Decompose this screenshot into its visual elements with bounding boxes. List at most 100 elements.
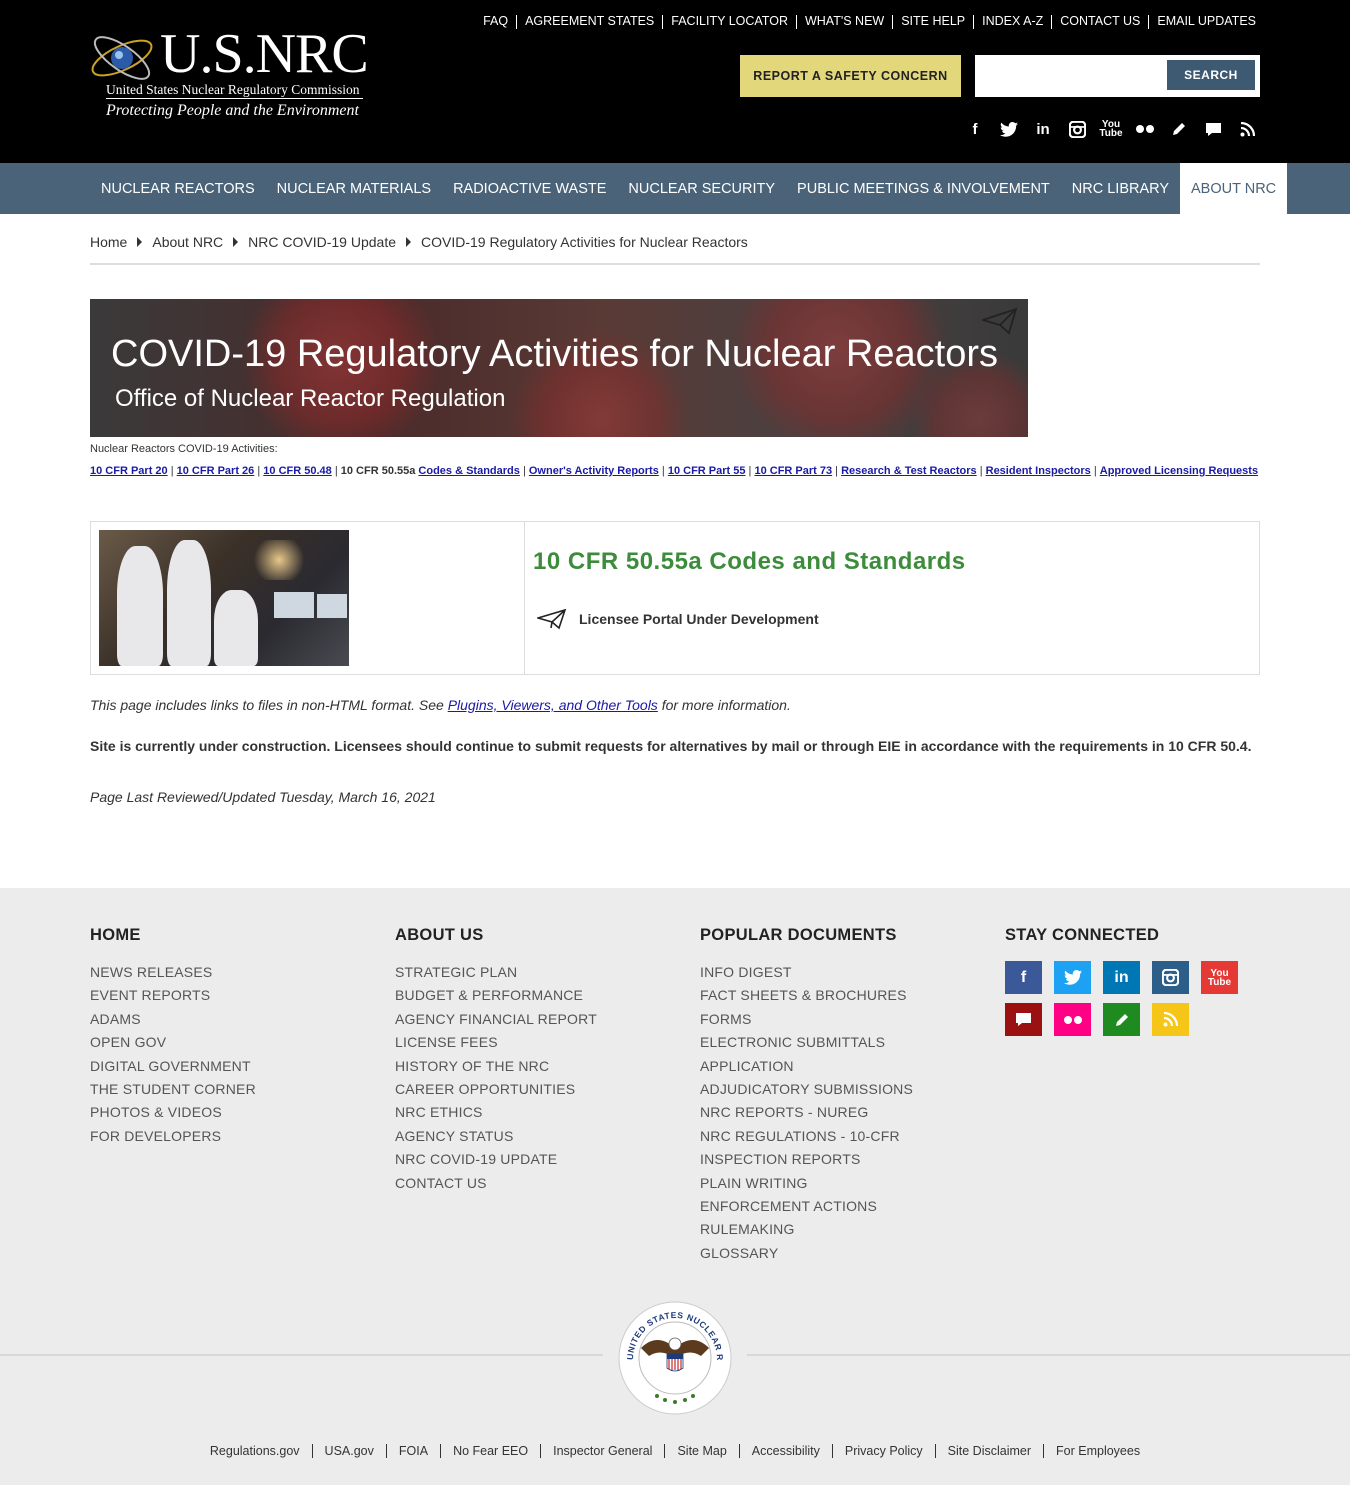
nav-nuclear-reactors[interactable]: NUCLEAR REACTORS bbox=[90, 163, 266, 214]
footer-link[interactable]: ADJUDICATORY SUBMISSIONS bbox=[700, 1078, 913, 1101]
footer-link[interactable]: AGENCY FINANCIAL REPORT bbox=[395, 1008, 597, 1031]
top-link-site-help[interactable]: SITE HELP bbox=[901, 14, 965, 29]
footer-link[interactable]: PHOTOS & VIDEOS bbox=[90, 1101, 256, 1124]
footer-heading[interactable]: POPULAR DOCUMENTS bbox=[700, 926, 913, 945]
footer-link[interactable]: NRC REPORTS - NUREG bbox=[700, 1101, 913, 1124]
footer-link[interactable]: AGENCY STATUS bbox=[395, 1125, 597, 1148]
footer-link[interactable]: THE STUDENT CORNER bbox=[90, 1078, 256, 1101]
footer-bottom-link[interactable]: No Fear EEO bbox=[453, 1444, 528, 1458]
footer-link[interactable]: APPLICATION bbox=[700, 1055, 913, 1078]
twitter-icon[interactable] bbox=[1054, 961, 1091, 994]
flickr-icon[interactable] bbox=[1054, 1003, 1091, 1036]
youtube-icon[interactable]: You Tube bbox=[1201, 961, 1238, 994]
footer-heading[interactable]: HOME bbox=[90, 926, 256, 945]
footer-link[interactable]: STRATEGIC PLAN bbox=[395, 961, 597, 984]
activity-link[interactable]: Resident Inspectors bbox=[986, 465, 1091, 477]
footer-link[interactable]: CONTACT US bbox=[395, 1172, 597, 1195]
footer-link[interactable]: FOR DEVELOPERS bbox=[90, 1125, 256, 1148]
activity-link[interactable]: 10 CFR 50.48 bbox=[263, 465, 331, 477]
nav-public-meetings[interactable]: PUBLIC MEETINGS & INVOLVEMENT bbox=[786, 163, 1061, 214]
facebook-icon[interactable]: f bbox=[1005, 961, 1042, 994]
footer-link[interactable]: HISTORY OF THE NRC bbox=[395, 1055, 597, 1078]
blog-icon[interactable] bbox=[1162, 116, 1196, 142]
activity-link[interactable]: Owner's Activity Reports bbox=[529, 465, 659, 477]
footer-bottom-link[interactable]: Site Map bbox=[677, 1444, 726, 1458]
footer-link[interactable]: INFO DIGEST bbox=[700, 961, 913, 984]
activity-link[interactable]: 10 CFR Part 20 bbox=[90, 465, 168, 477]
photo-screen bbox=[317, 594, 347, 618]
blog-icon[interactable] bbox=[1103, 1003, 1140, 1036]
footer-link[interactable]: INSPECTION REPORTS bbox=[700, 1148, 913, 1171]
nav-about-nrc[interactable]: ABOUT NRC bbox=[1180, 163, 1288, 214]
footer-heading[interactable]: ABOUT US bbox=[395, 926, 597, 945]
footer-link[interactable]: NRC COVID-19 UPDATE bbox=[395, 1148, 597, 1171]
top-link-agreement-states[interactable]: AGREEMENT STATES bbox=[525, 14, 654, 29]
top-link-facility-locator[interactable]: FACILITY LOCATOR bbox=[671, 14, 788, 29]
top-link-email-updates[interactable]: EMAIL UPDATES bbox=[1157, 14, 1256, 29]
footer-bottom-link[interactable]: For Employees bbox=[1056, 1444, 1140, 1458]
report-safety-concern-button[interactable]: REPORT A SAFETY CONCERN bbox=[740, 55, 961, 97]
nrc-logo[interactable]: U.S.NRC United States Nuclear Regulatory… bbox=[88, 18, 369, 128]
activity-link[interactable]: Codes & Standards bbox=[418, 465, 519, 477]
activity-link[interactable]: Approved Licensing Requests bbox=[1100, 465, 1258, 477]
activity-link[interactable]: 10 CFR Part 26 bbox=[177, 465, 255, 477]
youtube-icon[interactable]: You Tube bbox=[1094, 116, 1128, 142]
breadcrumb-home[interactable]: Home bbox=[90, 234, 127, 250]
footer-bottom-link[interactable]: Accessibility bbox=[752, 1444, 820, 1458]
footer-link[interactable]: NRC REGULATIONS - 10-CFR bbox=[700, 1125, 913, 1148]
footer-bottom-link[interactable]: Inspector General bbox=[553, 1444, 652, 1458]
instagram-icon[interactable] bbox=[1060, 116, 1094, 142]
footer-link[interactable]: BUDGET & PERFORMANCE bbox=[395, 984, 597, 1007]
footer-link[interactable]: LICENSE FEES bbox=[395, 1031, 597, 1054]
footer-link[interactable]: OPEN GOV bbox=[90, 1031, 256, 1054]
activity-link[interactable]: Research & Test Reactors bbox=[841, 465, 977, 477]
search-input[interactable] bbox=[979, 61, 1163, 91]
footer-link[interactable]: FACT SHEETS & BROCHURES bbox=[700, 984, 913, 1007]
top-link-faq[interactable]: FAQ bbox=[483, 14, 508, 29]
instagram-icon[interactable] bbox=[1152, 961, 1189, 994]
top-link-whats-new[interactable]: WHAT'S NEW bbox=[805, 14, 884, 29]
footer-link[interactable]: GLOSSARY bbox=[700, 1242, 913, 1265]
nav-nrc-library[interactable]: NRC LIBRARY bbox=[1061, 163, 1180, 214]
flickr-icon[interactable] bbox=[1128, 116, 1162, 142]
activities-label: Nuclear Reactors COVID-19 Activities: bbox=[90, 443, 278, 455]
footer-bottom-link[interactable]: Privacy Policy bbox=[845, 1444, 923, 1458]
footer-column-connect: STAY CONNECTED bbox=[1005, 926, 1159, 961]
rss-icon[interactable] bbox=[1230, 116, 1264, 142]
activity-link[interactable]: 10 CFR Part 55 bbox=[668, 465, 746, 477]
footer-link[interactable]: DIGITAL GOVERNMENT bbox=[90, 1055, 256, 1078]
breadcrumb-about-nrc[interactable]: About NRC bbox=[152, 234, 223, 250]
footer-link[interactable]: ENFORCEMENT ACTIONS bbox=[700, 1195, 913, 1218]
footer-link[interactable]: EVENT REPORTS bbox=[90, 984, 256, 1007]
rss-icon[interactable] bbox=[1152, 1003, 1189, 1036]
comment-icon[interactable] bbox=[1196, 116, 1230, 142]
footer-link[interactable]: ELECTRONIC SUBMITTALS bbox=[700, 1031, 913, 1054]
footer-link[interactable]: RULEMAKING bbox=[700, 1218, 913, 1241]
plugins-link[interactable]: Plugins, Viewers, and Other Tools bbox=[448, 697, 658, 713]
nav-nuclear-security[interactable]: NUCLEAR SECURITY bbox=[617, 163, 786, 214]
site-footer: HOME NEWS RELEASES EVENT REPORTS ADAMS O… bbox=[0, 888, 1350, 1485]
footer-bottom-link[interactable]: Site Disclaimer bbox=[948, 1444, 1031, 1458]
twitter-icon[interactable] bbox=[992, 116, 1026, 142]
top-link-contact-us[interactable]: CONTACT US bbox=[1060, 14, 1140, 29]
linkedin-icon[interactable]: in bbox=[1026, 116, 1060, 142]
activity-link[interactable]: 10 CFR Part 73 bbox=[754, 465, 832, 477]
footer-link[interactable]: FORMS bbox=[700, 1008, 913, 1031]
breadcrumb-covid-update[interactable]: NRC COVID-19 Update bbox=[248, 234, 396, 250]
nav-nuclear-materials[interactable]: NUCLEAR MATERIALS bbox=[266, 163, 442, 214]
linkedin-icon[interactable]: in bbox=[1103, 961, 1140, 994]
top-link-index[interactable]: INDEX A-Z bbox=[982, 14, 1043, 29]
footer-bottom-link[interactable]: FOIA bbox=[399, 1444, 428, 1458]
footer-link[interactable]: PLAIN WRITING bbox=[700, 1172, 913, 1195]
comment-icon[interactable] bbox=[1005, 1003, 1042, 1036]
footer-link[interactable]: NRC ETHICS bbox=[395, 1101, 597, 1124]
footer-link[interactable]: CAREER OPPORTUNITIES bbox=[395, 1078, 597, 1101]
footer-bottom-link[interactable]: USA.gov bbox=[325, 1444, 374, 1458]
footer-link[interactable]: NEWS RELEASES bbox=[90, 961, 256, 984]
footer-bottom-link[interactable]: Regulations.gov bbox=[210, 1444, 300, 1458]
footer-link[interactable]: ADAMS bbox=[90, 1008, 256, 1031]
nav-radioactive-waste[interactable]: RADIOACTIVE WASTE bbox=[442, 163, 617, 214]
content-table: 10 CFR 50.55a Codes and Standards Licens… bbox=[90, 521, 1260, 675]
search-button[interactable]: SEARCH bbox=[1167, 60, 1255, 90]
facebook-icon[interactable]: f bbox=[958, 116, 992, 142]
